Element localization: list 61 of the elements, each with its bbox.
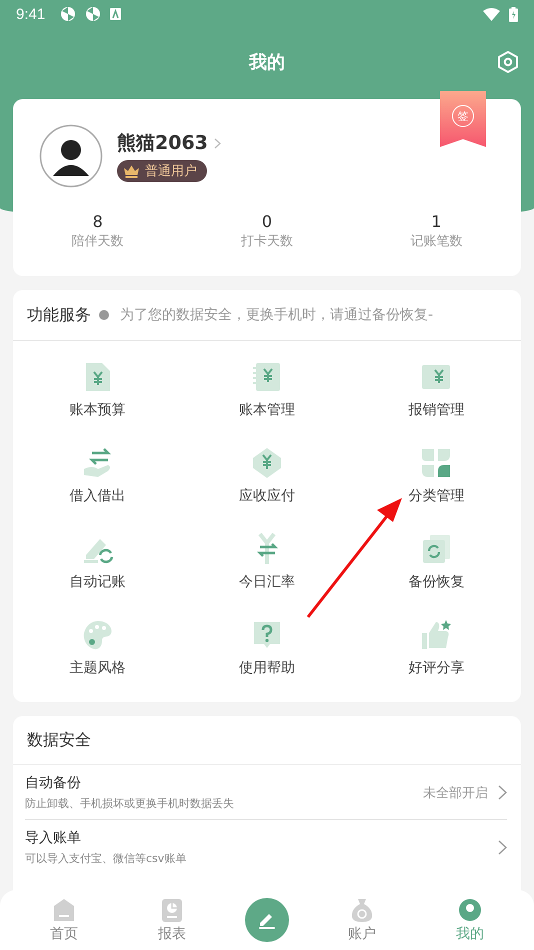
ledger-book-icon (250, 361, 283, 393)
stat-label: 陪伴天数 (72, 233, 124, 250)
chevron-right-icon (498, 785, 507, 800)
service-item[interactable]: 借入借出 (13, 447, 182, 505)
money-arrows-icon (250, 447, 283, 479)
nav-tab[interactable]: 报表 (137, 897, 207, 943)
service-item[interactable]: 使用帮助 (182, 619, 352, 677)
keyboard-icon (110, 8, 122, 20)
stat-label: 打卡天数 (240, 233, 293, 250)
wifi-icon (483, 8, 500, 20)
service-item[interactable]: 自动记账 (13, 533, 182, 591)
app-notification-icon (85, 6, 102, 22)
row-subtitle: 防止卸载、手机损坏或更换手机时数据丢失 (25, 796, 235, 811)
stat-value: 0 (262, 212, 272, 231)
stat-value: 8 (92, 212, 103, 231)
membership-label: 普通用户 (145, 162, 197, 180)
service-item[interactable]: 账本预算 (13, 361, 182, 419)
service-item[interactable]: 主题风格 (13, 619, 182, 677)
service-item[interactable]: 报销管理 (352, 361, 521, 419)
row-title: 导入账单 (25, 829, 82, 847)
service-item[interactable]: 今日汇率 (182, 533, 352, 591)
service-item[interactable]: 备份恢复 (352, 533, 521, 591)
service-item[interactable]: 账本管理 (182, 361, 352, 419)
chevron-right-icon (214, 138, 221, 148)
settings-row[interactable]: 导入账单 可以导入支付宝、微信等csv账单 (25, 819, 507, 874)
row-subtitle: 可以导入支付宝、微信等csv账单 (25, 851, 188, 866)
chevron-right-icon (498, 840, 507, 855)
notice-text: 为了您的数据安全，更换手机时，请通过备份恢复- (120, 306, 434, 324)
hand-exchange-icon (82, 447, 114, 479)
money-bag-icon (349, 897, 375, 923)
battery-icon (509, 6, 518, 22)
section-title: 数据安全 (27, 730, 91, 750)
service-item[interactable]: 应收应付 (182, 447, 352, 505)
app-notification-icon (60, 6, 76, 22)
sign-in-label: 签 (452, 105, 474, 127)
add-record-button[interactable] (245, 898, 289, 942)
crown-icon (123, 164, 140, 178)
home-icon (51, 897, 77, 923)
stat-label: 记账笔数 (410, 233, 462, 250)
nav-tab[interactable]: 账户 (327, 897, 397, 943)
page-title: 我的 (249, 51, 285, 74)
profile-icon (457, 897, 483, 923)
service-item[interactable]: 好评分享 (352, 619, 521, 677)
avatar[interactable] (39, 124, 103, 188)
report-icon (159, 897, 185, 923)
palette-icon (82, 619, 114, 651)
settings-row[interactable]: 自动备份 防止卸载、手机损坏或更换手机时数据丢失 未全部开启 (25, 765, 507, 819)
pencil-icon (256, 911, 278, 929)
copy-sync-icon (420, 533, 452, 565)
service-item[interactable]: 分类管理 (352, 447, 521, 505)
user-name[interactable]: 熊猫2063 (117, 130, 208, 156)
category-blocks-icon (420, 447, 452, 479)
settings-icon[interactable] (496, 50, 520, 74)
row-value: 未全部开启 (423, 784, 488, 802)
row-title: 自动备份 (25, 774, 82, 792)
status-dot (99, 310, 109, 320)
nav-tab[interactable]: 首页 (29, 897, 99, 943)
stat-value: 1 (431, 212, 442, 231)
section-title: 功能服务 (27, 304, 91, 326)
status-time: 9:41 (16, 6, 46, 22)
thumbs-up-icon (420, 619, 452, 651)
